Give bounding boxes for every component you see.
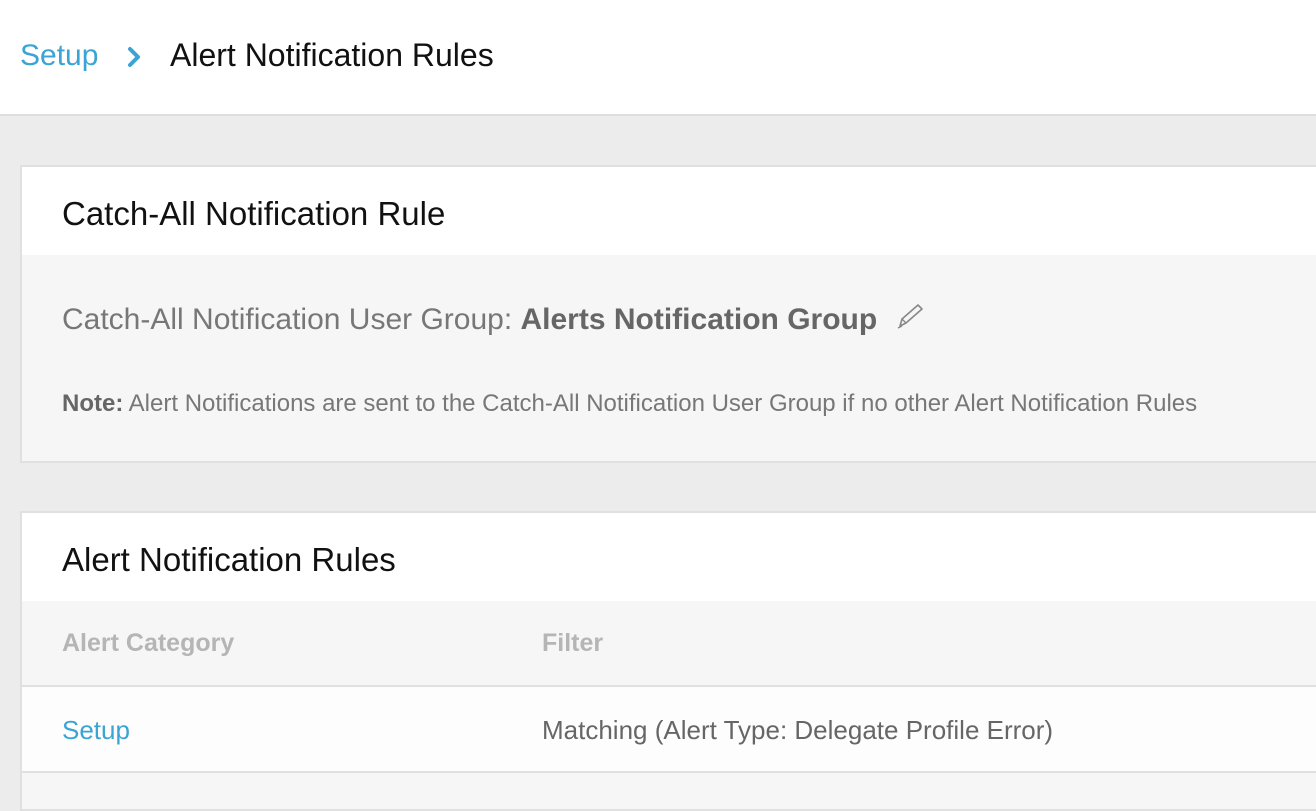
note-text: Alert Notifications are sent to the Catc… (123, 390, 1198, 417)
rules-title: Alert Notification Rules (62, 541, 396, 578)
catch-all-note: Note: Alert Notifications are sent to th… (62, 389, 1197, 419)
rules-card: Alert Notification Rules Alert Category … (20, 511, 1316, 811)
chevron-right-icon (128, 47, 140, 67)
rules-table-header: Alert Category Filter (22, 601, 1316, 687)
column-header-filter: Filter (542, 629, 604, 657)
catch-all-card-header: Catch-All Notification Rule (22, 167, 1316, 255)
catch-all-group-line: Catch-All Notification User Group: Alert… (62, 301, 926, 340)
column-header-alert-category: Alert Category (62, 629, 235, 657)
note-label: Note: (62, 390, 124, 417)
row-filter: Matching (Alert Type: Delegate Profile E… (542, 715, 1054, 745)
breadcrumb-setup-link[interactable]: Setup (20, 37, 98, 75)
pencil-icon[interactable] (896, 302, 926, 340)
row-category-link[interactable]: Setup (62, 714, 130, 746)
rules-card-header: Alert Notification Rules (22, 513, 1316, 601)
top-bar: Setup Alert Notification Rules (0, 0, 1316, 116)
catch-all-card: Catch-All Notification Rule Catch-All No… (20, 165, 1316, 463)
page-title: Alert Notification Rules (170, 37, 494, 73)
catch-all-group-value: Alerts Notification Group (520, 303, 878, 336)
catch-all-title: Catch-All Notification Rule (62, 195, 446, 232)
catch-all-group-label: Catch-All Notification User Group: (62, 303, 521, 336)
table-row[interactable]: Setup Matching (Alert Type: Delegate Pro… (22, 687, 1316, 773)
